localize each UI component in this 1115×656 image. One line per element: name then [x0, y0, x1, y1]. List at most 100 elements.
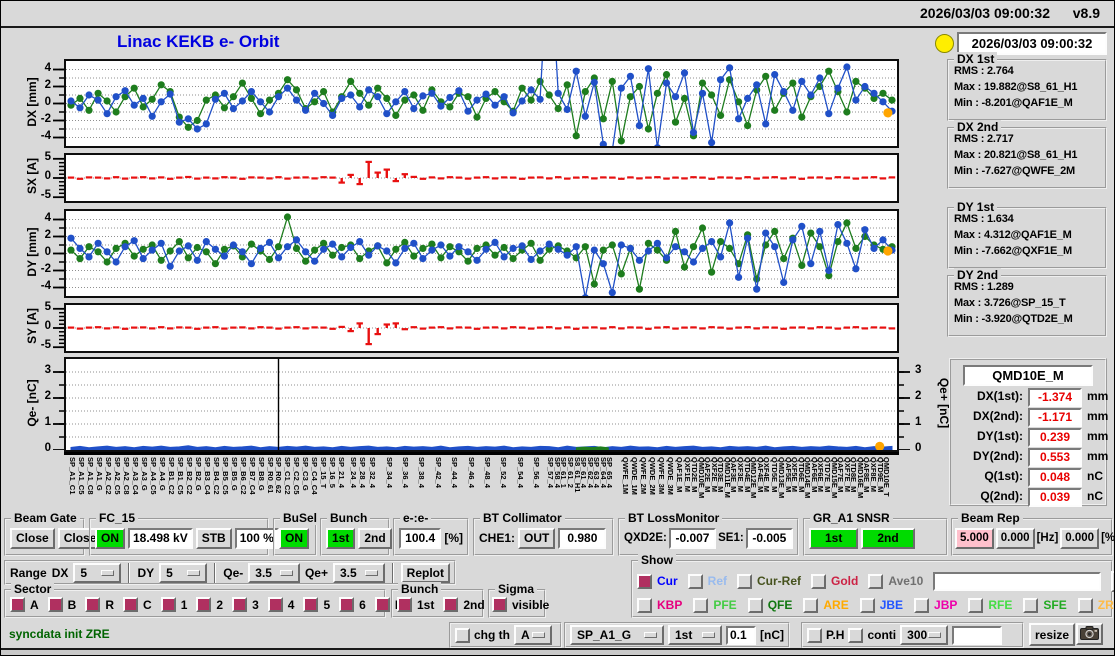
qmd-row-dy-1st: DY(1st): 0.239 mm	[951, 428, 1108, 447]
show-ref-checkbox[interactable]	[687, 573, 703, 589]
busel-on-button[interactable]: ON	[279, 527, 309, 549]
th-select[interactable]: A	[514, 625, 552, 645]
range-dy-value: 5	[166, 565, 173, 580]
show-rfe-checkbox[interactable]	[968, 597, 984, 613]
sector-3-checkbox[interactable]	[232, 597, 248, 612]
x-axis-label: SP_A3_C4	[130, 457, 140, 495]
x-axis-label: SP_42_4	[433, 457, 443, 488]
bunch-show-frame: Bunch 1st 2nd	[391, 582, 485, 618]
sector-2-item: 2	[196, 597, 223, 612]
show-cur-ref-checkbox[interactable]	[737, 573, 753, 589]
option-indicator	[101, 569, 115, 576]
set-ref-input[interactable]	[933, 571, 1102, 591]
sector-5-checkbox[interactable]	[303, 597, 319, 612]
bunch-2nd-button[interactable]: 2nd	[358, 527, 392, 549]
x-axis-label: SP_46_4	[466, 457, 476, 488]
x-axis-label: QAF2E_M	[703, 457, 713, 493]
threshold-input[interactable]	[726, 625, 756, 645]
stat-line: RMS : 1.634	[954, 213, 1014, 225]
show-ave10-item: Ave10	[868, 573, 923, 589]
sector-a-checkbox[interactable]	[10, 597, 25, 612]
show-zre-checkbox[interactable]	[1077, 597, 1093, 613]
range-dy-select[interactable]: 5	[159, 562, 208, 583]
range-qem-select[interactable]: 3.5	[248, 562, 300, 583]
threshold-row: SP_A1_G 1st [nC]	[566, 624, 788, 646]
sector-b-checkbox[interactable]	[47, 597, 63, 612]
gr-a1-2nd-button[interactable]: 2nd	[861, 527, 915, 549]
sector-6-label: 6	[359, 597, 366, 612]
show-jbe-checkbox[interactable]	[859, 597, 875, 613]
x-axis-label: SP_R0_62	[273, 457, 283, 494]
bunch-1st-button[interactable]: 1st	[326, 527, 356, 549]
sector-bt-checkbox[interactable]	[374, 597, 390, 612]
beam-gate-close-1-button[interactable]: Close	[10, 527, 55, 549]
ee-ratio-frame: e-:e- 100.4 [%]	[393, 511, 469, 556]
x-axis-label: SP_57_4	[546, 457, 556, 488]
conti-checkbox[interactable]	[848, 627, 864, 643]
sector-4-checkbox[interactable]	[267, 597, 283, 612]
chart-qe-tick-label: 1	[44, 416, 51, 428]
show-ave10-checkbox[interactable]	[868, 573, 884, 589]
bt-lossmonitor-row: QXD2E: -0.007 SE1: -0.005	[620, 520, 797, 554]
x-axis-label: QXF5E_M	[790, 457, 800, 493]
show-sfe-checkbox[interactable]	[1023, 597, 1039, 613]
sigma-title: Sigma	[495, 582, 538, 596]
x-axis-label: QWFE_2M	[639, 457, 649, 495]
set-ref-button[interactable]: Set Ref	[1111, 570, 1114, 592]
show-are-checkbox[interactable]	[803, 597, 819, 613]
che1-out-button[interactable]: OUT	[518, 527, 556, 549]
sector-r-checkbox[interactable]	[85, 597, 101, 612]
chg-th-checkbox[interactable]	[455, 627, 470, 643]
sp-select-value: SP_A1_G	[577, 628, 632, 642]
show-qfe-checkbox[interactable]	[747, 597, 763, 613]
gr-a1-snsr-row: 1st 2nd	[805, 520, 946, 554]
bunch-show-1st-checkbox[interactable]	[397, 597, 412, 612]
chart-dx-tick-label: 0	[44, 95, 51, 108]
fc15-on-button[interactable]: ON	[95, 527, 125, 549]
sector-6-checkbox[interactable]	[339, 597, 355, 612]
stat-line: Min : -7.662@QXF1E_M	[954, 245, 1072, 257]
separator	[214, 562, 217, 583]
bunch-show-2nd-checkbox[interactable]	[443, 597, 459, 612]
sigma-visible-checkbox[interactable]	[492, 597, 507, 612]
range-dx-select[interactable]: 5	[73, 562, 122, 583]
x-axis-label: SP_B1_C5	[176, 457, 185, 495]
count-select[interactable]: 300	[900, 625, 949, 645]
fc15-stb-button[interactable]: STB	[195, 527, 232, 549]
screenshot-camera-button[interactable]	[1076, 623, 1103, 645]
x-axis-label: SP_A1_C5	[76, 457, 86, 495]
sector-c-checkbox[interactable]	[123, 597, 139, 612]
stats-dy-1st-frame: DY 1st RMS : 1.634 Max : 4.312@QAF1E_M Min …	[947, 200, 1107, 269]
extra-input[interactable]	[952, 625, 1003, 645]
beam-gate-row: Close Close	[6, 520, 103, 554]
sigma-visible-item: visible	[492, 597, 549, 612]
qmd-value: -1.171	[1028, 408, 1082, 427]
replot-button[interactable]: Replot	[400, 562, 450, 583]
fc15-frame: FC_15 ON 18.498 kV STB 100 %	[89, 511, 279, 556]
bt-collimator-title: BT Collimator	[480, 511, 565, 525]
chart-sx-svg	[66, 160, 897, 186]
range-qep-select[interactable]: 3.5	[332, 562, 385, 583]
beam-rep-hz-unit: [Hz]	[1036, 532, 1059, 544]
sector-1-checkbox[interactable]	[160, 597, 176, 612]
separator	[128, 562, 131, 583]
sector-1-label: 1	[180, 597, 188, 612]
show-gold-checkbox[interactable]	[811, 573, 827, 589]
x-axis-label: QMD10E_M	[696, 457, 706, 499]
gr-a1-1st-button[interactable]: 1st	[809, 527, 859, 549]
sp-select[interactable]: SP_A1_G	[570, 625, 664, 645]
chart-sy-y-ticks	[50, 305, 64, 351]
show-pfe-checkbox[interactable]	[693, 597, 709, 613]
show-cur-checkbox[interactable]	[637, 573, 652, 589]
sector-3-item: 3	[232, 597, 259, 612]
resize-button[interactable]: resize	[1029, 623, 1076, 646]
show-kbp-checkbox[interactable]	[637, 597, 652, 613]
sector-title: Sector	[11, 582, 55, 596]
sector-2-checkbox[interactable]	[196, 597, 212, 612]
ph-checkbox[interactable]	[807, 627, 822, 643]
x-axis-label: QAF4E_M	[755, 457, 765, 493]
bunch-select[interactable]: 1st	[668, 625, 722, 645]
show-jbp-checkbox[interactable]	[914, 597, 930, 613]
show-zre-label: ZRE	[1097, 598, 1114, 612]
chart-dx-axis-label: DX [mm]	[25, 76, 39, 127]
